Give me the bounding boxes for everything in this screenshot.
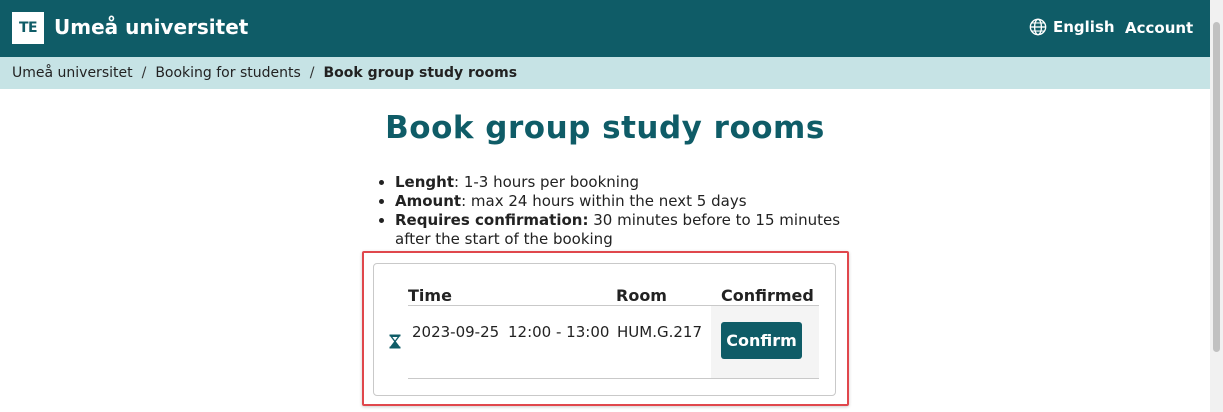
vertical-scrollbar[interactable] xyxy=(1210,0,1223,412)
rule-text: : max 24 hours within the next 5 days xyxy=(461,192,747,210)
account-link[interactable]: Account xyxy=(1125,19,1193,37)
language-selector[interactable]: English xyxy=(1029,18,1115,36)
booking-room: HUM.G.217 xyxy=(617,323,702,341)
booking-rules-list: Lenght: 1-3 hours per bookning Amount: m… xyxy=(376,173,866,249)
rule-amount: Amount: max 24 hours within the next 5 d… xyxy=(376,192,866,211)
language-label: English xyxy=(1053,18,1115,36)
row-divider xyxy=(408,378,819,379)
breadcrumb-current: Book group study rooms xyxy=(323,65,518,81)
hourglass-icon xyxy=(389,334,401,349)
column-header-time: Time xyxy=(408,286,452,305)
rule-label: Amount xyxy=(395,192,462,210)
logo[interactable]: TE xyxy=(12,12,44,44)
top-header: TE Umeå universitet English Account xyxy=(0,0,1210,57)
column-header-room: Room xyxy=(616,286,667,305)
breadcrumb-bar: Umeå universitet / Booking for students … xyxy=(0,57,1210,89)
breadcrumb-item-umea[interactable]: Umeå universitet xyxy=(12,65,133,81)
rule-label: Lenght xyxy=(395,173,454,191)
breadcrumb-separator: / xyxy=(309,65,315,81)
page-title: Book group study rooms xyxy=(385,110,825,146)
breadcrumb-separator: / xyxy=(141,65,147,81)
breadcrumb-item-booking[interactable]: Booking for students xyxy=(155,65,300,81)
breadcrumb: Umeå universitet / Booking for students … xyxy=(12,65,517,81)
booking-time: 12:00 - 13:00 xyxy=(508,323,610,341)
rule-text: : 1-3 hours per bookning xyxy=(454,173,639,191)
confirm-button[interactable]: Confirm xyxy=(721,322,802,359)
rule-confirmation: Requires confirmation: 30 minutes before… xyxy=(376,211,866,249)
rule-length: Lenght: 1-3 hours per bookning xyxy=(376,173,866,192)
brand-name[interactable]: Umeå universitet xyxy=(54,15,248,39)
column-header-confirmed: Confirmed xyxy=(721,286,814,305)
globe-icon xyxy=(1029,18,1047,36)
rule-label: Requires confirmation: xyxy=(395,211,589,229)
booking-date: 2023-09-25 xyxy=(412,323,500,341)
scrollbar-thumb[interactable] xyxy=(1213,22,1220,352)
